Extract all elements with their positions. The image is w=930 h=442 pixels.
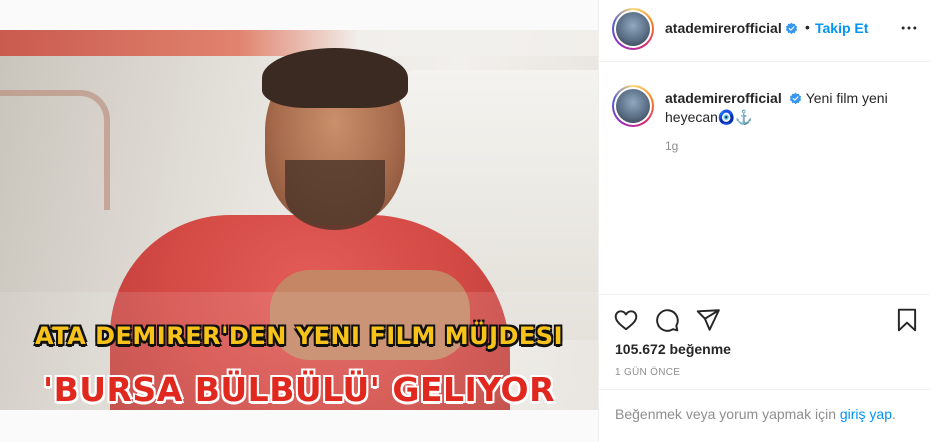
- follow-button[interactable]: Takip Et: [815, 20, 868, 36]
- login-prompt: Beğenmek veya yorum yapmak için giriş ya…: [599, 389, 930, 442]
- photo-headline-line1: ATA DEMIRER'DEN YENI FILM MÜJDESI: [34, 322, 564, 350]
- header-username-group[interactable]: atademirerofficial: [665, 20, 798, 38]
- heart-icon[interactable]: [613, 307, 639, 333]
- like-count[interactable]: 105.672 beğenme: [615, 341, 731, 357]
- login-link[interactable]: giriş yap: [840, 406, 892, 422]
- post-timestamp[interactable]: 1 GÜN ÖNCE: [615, 367, 680, 378]
- send-icon[interactable]: [695, 307, 721, 333]
- photo-headline-line2: 'BURSA BÜLBÜLÜ' GELIYOR: [42, 370, 556, 409]
- verified-badge-icon: [785, 22, 797, 35]
- bookmark-icon[interactable]: [894, 307, 920, 333]
- post-sidebar: atademirerofficial • Takip Et atademirer…: [598, 0, 930, 442]
- comment-icon[interactable]: [654, 307, 680, 333]
- avatar[interactable]: [612, 8, 654, 50]
- caption-username[interactable]: atademirerofficial: [665, 90, 782, 106]
- instagram-post: ATA DEMIRER'DEN YENI FILM MÜJDESI 'BURSA…: [0, 0, 930, 442]
- caption-avatar[interactable]: [612, 85, 654, 127]
- header-separator: •: [805, 19, 810, 35]
- post-media[interactable]: ATA DEMIRER'DEN YENI FILM MÜJDESI 'BURSA…: [0, 0, 598, 442]
- verified-badge-icon: [789, 92, 801, 105]
- login-prompt-text: Beğenmek veya yorum yapmak için giriş ya…: [615, 406, 896, 422]
- login-prompt-prefix: Beğenmek veya yorum yapmak için: [615, 406, 840, 422]
- caption-age[interactable]: 1g: [665, 139, 678, 153]
- photo-boat-rail: [0, 90, 110, 210]
- header-username[interactable]: atademirerofficial: [665, 20, 782, 36]
- more-horizontal-icon[interactable]: [899, 18, 919, 38]
- post-header: atademirerofficial • Takip Et: [599, 0, 930, 62]
- post-caption: atademirerofficial Yeni film yeni heyecan…: [665, 89, 915, 127]
- post-photo[interactable]: ATA DEMIRER'DEN YENI FILM MÜJDESI 'BURSA…: [0, 30, 598, 410]
- photo-person-beard: [285, 160, 385, 230]
- login-prompt-suffix: .: [892, 406, 896, 422]
- photo-person-hair: [262, 48, 408, 108]
- post-actions: 105.672 beğenme 1 GÜN ÖNCE Beğenmek veya…: [599, 294, 930, 442]
